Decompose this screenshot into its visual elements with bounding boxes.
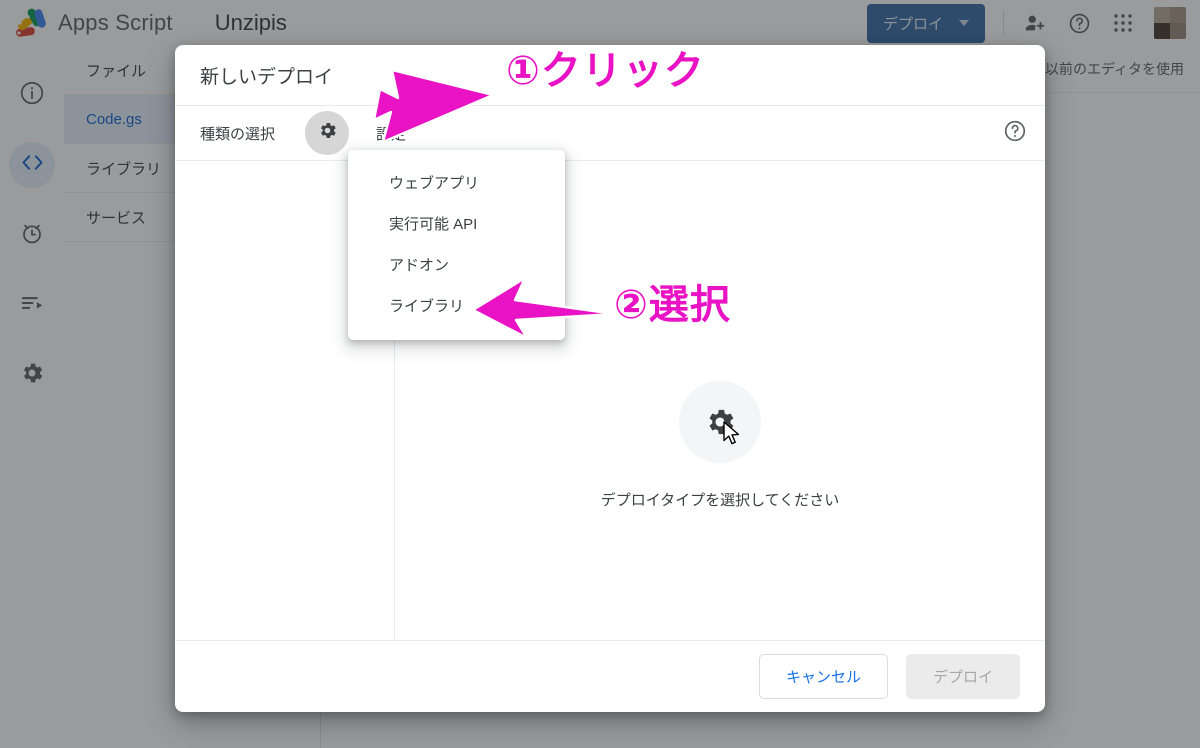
annotation-step-2: ②選択 ②選択 [611,272,734,331]
annotation-step-1-text: ①クリック [506,49,705,93]
empty-state-gear-icon [679,381,761,463]
deploy-submit-button[interactable]: デプロイ [905,654,1020,699]
mouse-pointer-icon [723,421,743,452]
dropdown-item-web-app[interactable]: ウェブアプリ [348,162,565,203]
arrow-pointing-left [471,276,617,340]
cancel-button[interactable]: キャンセル [758,654,888,699]
annotation-step-1: ①クリック ①クリック [503,38,708,97]
dropdown-item-executable-api[interactable]: 実行可能 API [348,203,565,244]
new-deployment-dialog: 新しいデプロイ 種類の選択 設定 [175,45,1045,712]
dialog-help-button[interactable] [1003,119,1027,148]
empty-state-text: デプロイタイプを選択してください [600,492,840,509]
deployment-type-gear-button[interactable] [305,111,350,155]
dialog-toolbar: 種類の選択 設定 [175,105,1045,161]
dialog-footer: キャンセル デプロイ [175,640,1045,712]
gear-icon [317,120,338,146]
kind-select-label: 種類の選択 [200,125,276,143]
annotation-step-2-text: ②選択 [614,283,731,327]
help-circle-icon [1003,119,1027,148]
